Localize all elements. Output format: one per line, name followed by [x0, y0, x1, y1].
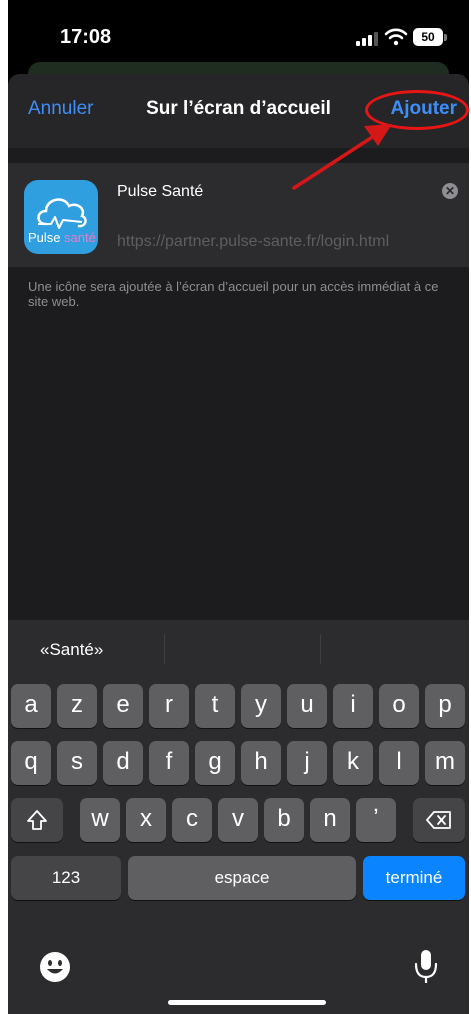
space-key[interactable]: espace — [128, 856, 356, 900]
key-y[interactable]: y — [241, 684, 281, 728]
key-l[interactable]: l — [379, 741, 419, 785]
backspace-icon — [426, 811, 451, 829]
key-j[interactable]: j — [287, 741, 327, 785]
done-key[interactable]: terminé — [363, 856, 465, 900]
suggestion-word[interactable]: «Santé» — [40, 640, 103, 660]
key-z[interactable]: z — [57, 684, 97, 728]
backspace-key[interactable] — [413, 798, 465, 842]
key-e[interactable]: e — [103, 684, 143, 728]
numbers-key[interactable]: 123 — [11, 856, 121, 900]
key-v[interactable]: v — [218, 798, 258, 842]
suggestion-divider — [320, 634, 321, 664]
key-f[interactable]: f — [149, 741, 189, 785]
shift-key[interactable] — [11, 798, 63, 842]
key-q[interactable]: q — [11, 741, 51, 785]
key-c[interactable]: c — [172, 798, 212, 842]
key-t[interactable]: t — [195, 684, 235, 728]
key-apostrophe[interactable]: ʼ — [356, 798, 396, 842]
key-m[interactable]: m — [425, 741, 465, 785]
suggestion-divider — [164, 634, 165, 664]
key-n[interactable]: n — [310, 798, 350, 842]
suggestion-bar: «Santé» — [8, 620, 469, 676]
key-h[interactable]: h — [241, 741, 281, 785]
emoji-icon[interactable] — [38, 950, 72, 984]
key-p[interactable]: p — [425, 684, 465, 728]
key-i[interactable]: i — [333, 684, 373, 728]
info-note: Une icône sera ajoutée à l’écran d’accue… — [28, 279, 439, 309]
key-a[interactable]: a — [11, 684, 51, 728]
key-r[interactable]: r — [149, 684, 189, 728]
annotation-arrow — [292, 124, 392, 190]
shift-icon — [27, 810, 47, 830]
microphone-icon[interactable] — [413, 948, 439, 986]
key-d[interactable]: d — [103, 741, 143, 785]
key-g[interactable]: g — [195, 741, 235, 785]
phone-screen: 17:08 50 Annuler Sur l’écran d’accueil A… — [8, 0, 469, 1014]
key-s[interactable]: s — [57, 741, 97, 785]
home-indicator — [168, 1000, 326, 1005]
key-o[interactable]: o — [379, 684, 419, 728]
key-w[interactable]: w — [80, 798, 120, 842]
key-b[interactable]: b — [264, 798, 304, 842]
keyboard: «Santé» a z e r t y u i o p q s d f g h … — [8, 620, 469, 1014]
key-u[interactable]: u — [287, 684, 327, 728]
key-x[interactable]: x — [126, 798, 166, 842]
key-k[interactable]: k — [333, 741, 373, 785]
